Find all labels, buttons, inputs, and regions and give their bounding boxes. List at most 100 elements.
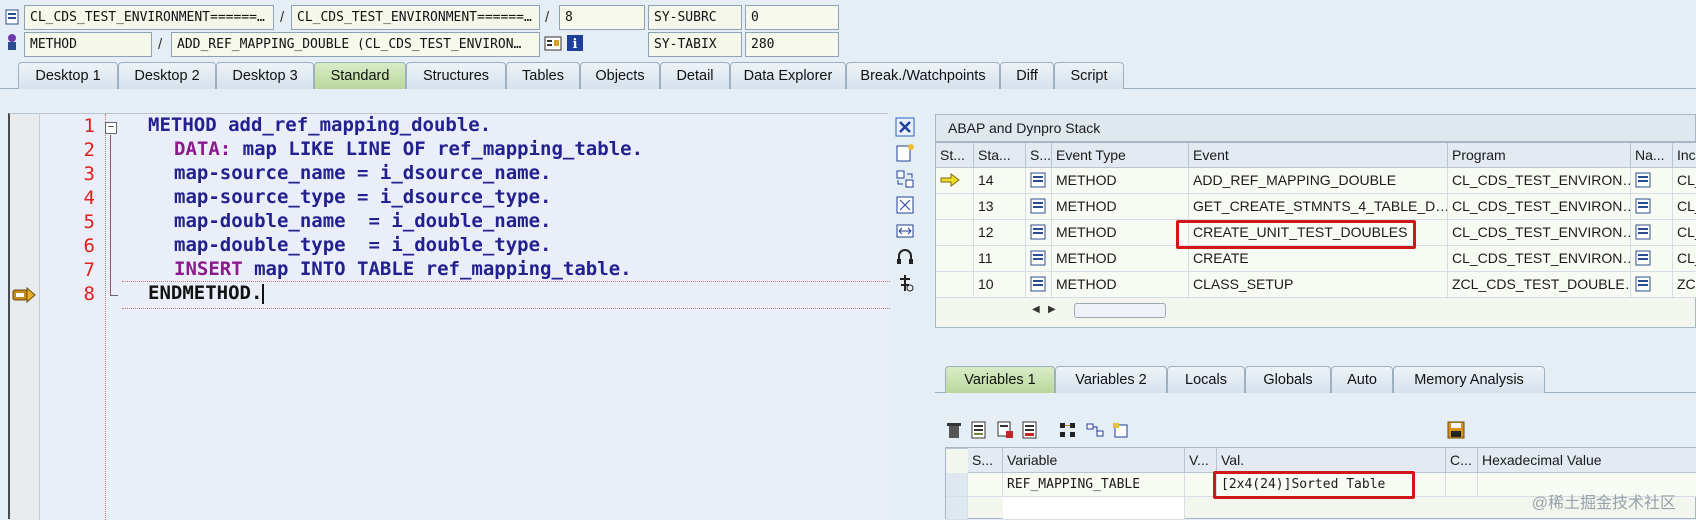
stack-col-header[interactable]: Event Type — [1052, 143, 1189, 168]
program-field[interactable]: CL_CDS_TEST_ENVIRONMENT======… — [24, 5, 274, 30]
var-col-header[interactable]: C... — [1446, 448, 1478, 473]
export-icon[interactable] — [996, 421, 1014, 439]
code-line[interactable]: map-source_type = i_dsource_type. — [174, 184, 552, 210]
var-row-selector[interactable] — [946, 473, 968, 497]
stack-include: CL_ — [1673, 246, 1696, 272]
stack-navigate-icon[interactable] — [1631, 272, 1673, 298]
line-number: 2 — [83, 139, 95, 161]
line-number: 3 — [83, 163, 95, 185]
save-icon[interactable] — [1447, 421, 1465, 439]
stack-event[interactable]: CREATE — [1189, 246, 1448, 272]
tab-desktop-3[interactable]: Desktop 3 — [216, 62, 314, 89]
tab-desktop-2[interactable]: Desktop 2 — [118, 62, 216, 89]
stack-navigate-icon[interactable] — [1631, 194, 1673, 220]
code-line[interactable]: map-source_name = i_dsource_name. — [174, 160, 552, 186]
code-editor[interactable]: 1 2 3 4 5 6 7 8 − METHOD add_ref_mapping… — [8, 112, 890, 520]
sysvar-value-field[interactable]: 0 — [745, 5, 839, 30]
fold-toggle-icon[interactable]: − — [105, 122, 117, 134]
tab-script[interactable]: Script — [1054, 62, 1124, 89]
info-icon[interactable]: i — [566, 34, 584, 52]
stack-program[interactable]: CL_CDS_TEST_ENVIRON… — [1448, 246, 1631, 272]
code-line[interactable]: map-double_name = i_double_name. — [174, 208, 552, 234]
stack-col-header[interactable]: Sta... — [974, 143, 1026, 168]
tab-desktop-1[interactable]: Desktop 1 — [18, 62, 118, 89]
tab-diff[interactable]: Diff — [1000, 62, 1054, 89]
tab-objects[interactable]: Objects — [580, 62, 660, 89]
event-name-field[interactable]: ADD_REF_MAPPING_DOUBLE (CL_CDS_TEST_ENVI… — [171, 32, 540, 57]
include-field[interactable]: CL_CDS_TEST_ENVIRONMENT======… — [291, 5, 540, 30]
close-icon[interactable] — [895, 117, 917, 139]
var-row-selector[interactable] — [946, 497, 968, 520]
sysvar-name-field: SY-SUBRC — [648, 5, 742, 30]
tab-data-explorer[interactable]: Data Explorer — [730, 62, 846, 89]
stack-program[interactable]: CL_CDS_TEST_ENVIRON… — [1448, 220, 1631, 246]
stack-col-header[interactable]: S... — [1026, 143, 1052, 168]
stack-scrollbar-thumb[interactable] — [1074, 303, 1166, 318]
var-col-header[interactable]: Hexadecimal Value — [1478, 448, 1696, 473]
stack-program[interactable]: CL_CDS_TEST_ENVIRON… — [1448, 194, 1631, 220]
settings-tool-icon[interactable] — [895, 273, 917, 295]
stack-scroll-right[interactable]: ▶ — [1048, 302, 1062, 318]
hierarchy-icon[interactable] — [1058, 421, 1078, 439]
stack-navigate-icon[interactable] — [1631, 246, 1673, 272]
maximize-icon[interactable] — [895, 195, 917, 217]
tab-breakpoints[interactable]: Break./Watchpoints — [846, 62, 1000, 89]
stack-col-header[interactable]: Na... — [1631, 143, 1673, 168]
stack-type-icon — [1026, 168, 1052, 194]
stack-event[interactable]: CLASS_SETUP — [1189, 272, 1448, 298]
stack-event-type: METHOD — [1052, 220, 1189, 246]
stack-col-header[interactable]: Incl — [1673, 143, 1696, 168]
code-line[interactable]: map-double_type = i_double_type. — [174, 232, 552, 258]
stack-col-header[interactable]: Program — [1448, 143, 1631, 168]
breakpoint-gutter[interactable] — [10, 114, 40, 520]
stack-program[interactable]: CL_CDS_TEST_ENVIRON… — [1448, 168, 1631, 194]
code-text: map-double_type = i_double_type. — [174, 234, 552, 256]
var-col-header[interactable]: Val. — [1217, 448, 1446, 473]
delete-icon[interactable] — [945, 421, 963, 439]
display-list-icon[interactable] — [1021, 421, 1039, 439]
code-line[interactable]: DATA: map LIKE LINE OF ref_mapping_table… — [174, 136, 643, 162]
tab-structures[interactable]: Structures — [406, 62, 506, 89]
new-tool-icon[interactable] — [895, 143, 917, 165]
tab-globals[interactable]: Globals — [1245, 366, 1331, 393]
service-icon[interactable] — [895, 247, 917, 269]
var-col-header[interactable]: S... — [968, 448, 1003, 473]
tab-variables-2[interactable]: Variables 2 — [1055, 366, 1167, 393]
tab-variables-1[interactable]: Variables 1 — [945, 366, 1055, 393]
var-col-header[interactable] — [946, 448, 968, 449]
resize-horizontal-icon[interactable] — [895, 221, 917, 243]
stack-event[interactable]: GET_CREATE_STMNTS_4_TABLE_D… — [1189, 194, 1448, 220]
code-line[interactable]: METHOD add_ref_mapping_double. — [148, 112, 491, 138]
list-icon[interactable] — [970, 421, 988, 439]
swap-tool-icon[interactable] — [895, 169, 917, 191]
stack-status — [936, 220, 974, 246]
code-line[interactable]: INSERT map INTO TABLE ref_mapping_table. — [174, 256, 632, 282]
stack-col-header[interactable]: Event — [1189, 143, 1448, 168]
stack-status — [936, 194, 974, 220]
stack-event[interactable]: ADD_REF_MAPPING_DOUBLE — [1189, 168, 1448, 194]
stack-type-icon — [1026, 194, 1052, 220]
stack-program[interactable]: ZCL_CDS_TEST_DOUBLE… — [1448, 272, 1631, 298]
code-line[interactable]: ENDMETHOD. — [148, 280, 265, 306]
editor-margin-line — [105, 114, 106, 520]
display-icon[interactable] — [544, 35, 562, 53]
stack-level: 14 — [974, 168, 1026, 194]
var-empty-cell[interactable] — [1003, 497, 1185, 520]
stack-col-header[interactable]: St... — [936, 143, 974, 168]
line-field[interactable]: 8 — [559, 5, 645, 30]
tab-tables[interactable]: Tables — [506, 62, 580, 89]
sysvar2-value-field[interactable]: 280 — [745, 32, 839, 57]
structure-icon[interactable] — [1085, 421, 1105, 439]
var-col-header[interactable]: V... — [1185, 448, 1217, 473]
stack-navigate-icon[interactable] — [1631, 168, 1673, 194]
tab-auto[interactable]: Auto — [1331, 366, 1393, 393]
tab-detail[interactable]: Detail — [660, 62, 730, 89]
stack-scroll-left[interactable]: ◀ — [1032, 302, 1046, 318]
stack-navigate-icon[interactable] — [1631, 220, 1673, 246]
tab-locals[interactable]: Locals — [1167, 366, 1245, 393]
tab-memory-analysis[interactable]: Memory Analysis — [1393, 366, 1545, 393]
tab-standard[interactable]: Standard — [314, 62, 406, 89]
var-name[interactable]: REF_MAPPING_TABLE — [1003, 473, 1185, 497]
new-variable-icon[interactable] — [1111, 421, 1131, 439]
var-col-header[interactable]: Variable — [1003, 448, 1185, 473]
